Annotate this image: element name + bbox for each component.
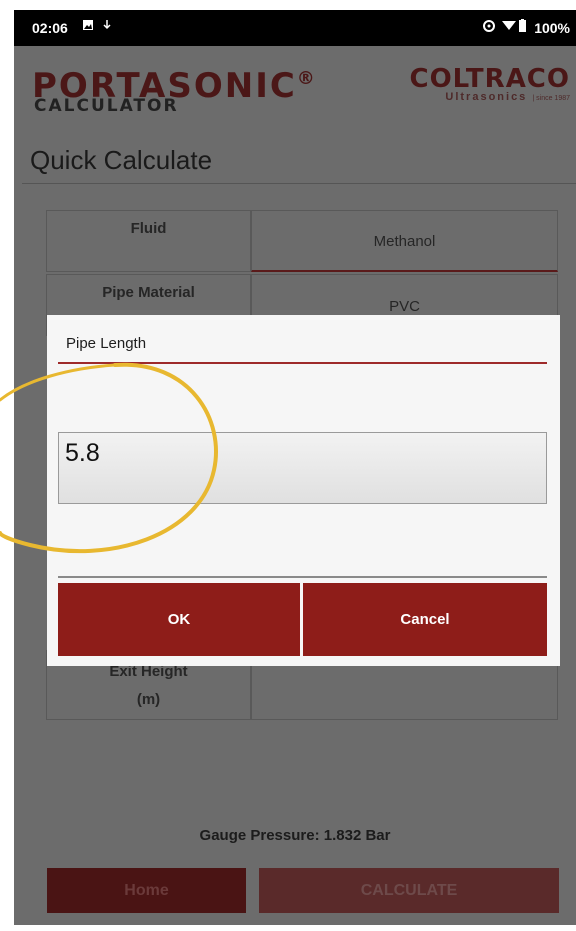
fluid-label: Fluid xyxy=(130,220,167,237)
download-icon xyxy=(102,19,112,34)
status-time: 02:06 xyxy=(32,20,68,36)
app-screen: PORTASONIC® CALCULATOR COLTRACO Ultrason… xyxy=(14,46,576,925)
wifi-icon xyxy=(502,19,516,34)
gauge-pressure-result: Gauge Pressure: 1.832 Bar xyxy=(199,827,391,844)
image-icon xyxy=(82,19,94,34)
dialog-title-underline xyxy=(58,362,547,364)
fluid-value-cell[interactable]: Methanol xyxy=(251,210,558,272)
cancel-button[interactable]: Cancel xyxy=(303,583,547,656)
company-tagline: Ultrasonics xyxy=(445,91,528,103)
registered-mark: ® xyxy=(296,68,317,89)
coltraco-subtitle: Ultrasonics | since 1987 xyxy=(445,91,570,103)
fluid-value: Methanol xyxy=(373,233,436,250)
dialog-title: Pipe Length xyxy=(66,335,147,352)
battery-icon xyxy=(519,19,526,35)
company-since: | since 1987 xyxy=(532,95,570,102)
home-button[interactable]: Home xyxy=(47,868,246,913)
title-divider xyxy=(22,183,576,184)
calculate-button[interactable]: CALCULATE xyxy=(259,868,559,913)
fluid-label-cell: Fluid xyxy=(46,210,251,272)
pipe-length-input-value: 5.8 xyxy=(65,439,100,467)
pipe-length-input[interactable]: 5.8 xyxy=(58,432,547,504)
battery-level: 100% xyxy=(534,20,570,36)
sync-icon xyxy=(482,19,496,36)
status-bar: 02:06 100% xyxy=(14,10,576,46)
dialog-button-divider xyxy=(58,576,547,578)
device-screen: 02:06 100% PORTASONIC® CALCULATOR COLTRA… xyxy=(14,10,576,925)
brand-subtitle: CALCULATOR xyxy=(34,96,179,116)
pipe-material-label: Pipe Material xyxy=(102,284,195,301)
pipe-length-dialog: Pipe Length 5.8 OK Cancel xyxy=(47,315,560,666)
ok-button[interactable]: OK xyxy=(58,583,300,656)
pipe-material-value: PVC xyxy=(389,298,420,315)
page-title: Quick Calculate xyxy=(30,145,213,175)
exit-height-unit: (m) xyxy=(136,691,161,708)
coltraco-logo: COLTRACO xyxy=(409,64,570,94)
